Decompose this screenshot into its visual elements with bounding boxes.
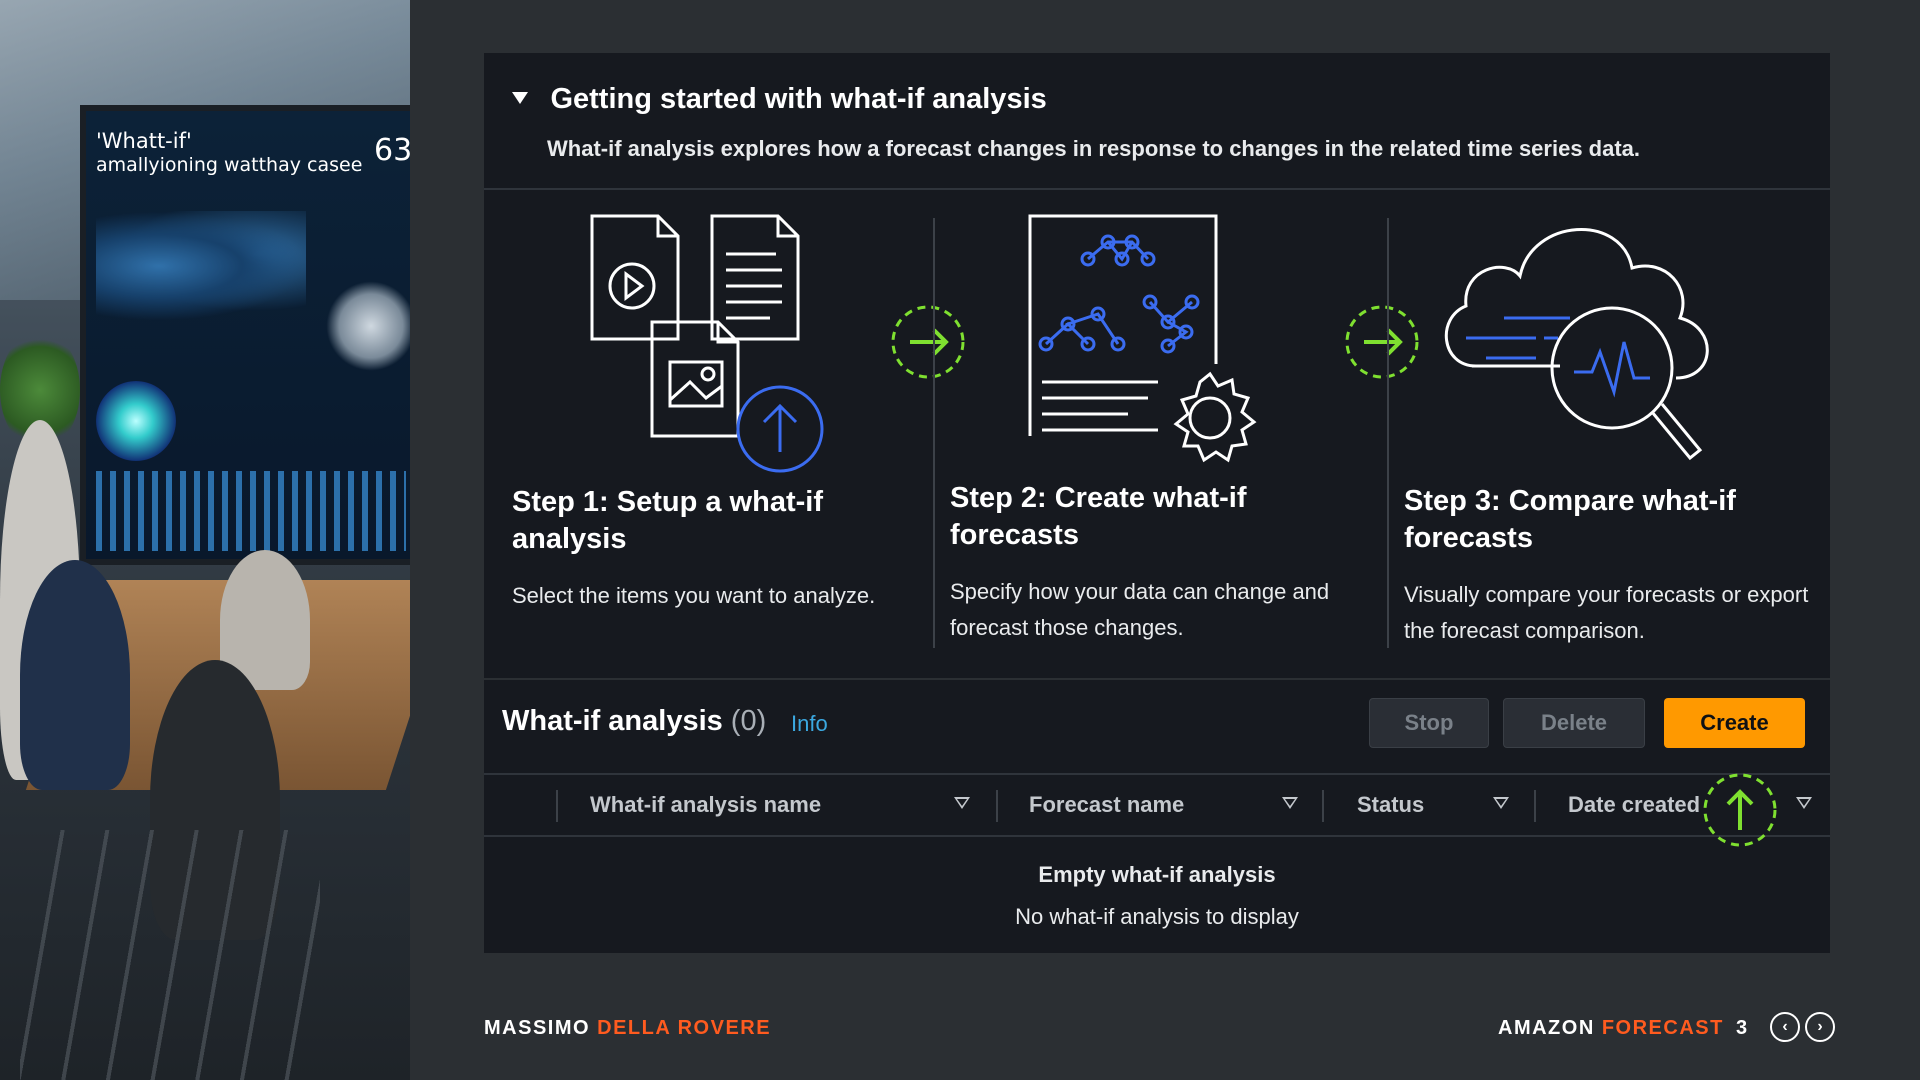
delete-button[interactable]: Delete [1503,698,1645,748]
seated-man [20,560,130,790]
empty-state-title: Empty what-if analysis [1038,862,1276,887]
sort-icon[interactable] [1282,797,1298,809]
office-chairs [20,830,320,1080]
step-2-description: Specify how your data can change and for… [950,579,1330,640]
next-slide-icon[interactable]: › [1805,1012,1835,1042]
table-column-headers: What-if analysis name Forecast name Stat… [484,773,1830,847]
sort-icon[interactable] [1796,797,1812,809]
getting-started-panel: Getting started with what-if analysis Wh… [484,53,1830,678]
step-3-description: Visually compare your forecasts or expor… [1404,582,1809,643]
step-3: Step 3: Compare what-if forecasts Visual… [1388,190,1830,678]
column-forecast-name[interactable]: Forecast name [1029,775,1184,835]
step-1-description: Select the items you want to analyze. [512,583,876,608]
wall-display-title-line2: amallyioning watthay casee [96,154,363,176]
column-separator [1534,790,1536,822]
table-title-text: What-if analysis [502,705,723,737]
create-button[interactable]: Create [1664,698,1805,748]
getting-started-title[interactable]: Getting started with what-if analysis [550,83,1046,116]
wall-display-title: 'Whatt-if' amallyioning watthay casee [96,129,362,177]
data-orb [96,381,176,461]
page-number: 3 [1736,1017,1748,1039]
step-2-title: Step 2: Create what-if forecasts [950,482,1247,551]
footer-brand: AMAZON FORECAST [1498,1017,1724,1040]
sort-ascending-annotation-icon[interactable] [1702,772,1778,848]
wall-display-number: 63 [374,133,410,168]
empty-state-text: No what-if analysis to display [1015,904,1299,929]
footer-author: MASSIMO DELLA ROVERE [484,1017,771,1040]
step-1-title: Step 1: Setup a what-if analysis [512,486,823,555]
column-separator [556,790,558,822]
forecast-graph-gear-icon [1028,214,1268,479]
column-status[interactable]: Status [1357,775,1424,835]
table-count: (0) [730,705,767,737]
step-3-title: Step 3: Compare what-if forecasts [1404,485,1736,554]
author-first-name: MASSIMO [484,1017,591,1039]
cloud-compare-magnifier-icon [1436,218,1736,483]
getting-started-header: Getting started with what-if analysis Wh… [484,53,1830,190]
sort-icon[interactable] [954,797,970,809]
collapse-caret-icon[interactable] [512,91,528,104]
table-title: What-if analysis (0) [502,705,766,738]
column-separator [1322,790,1324,822]
table-header: What-if analysis (0) Info Stop Delete Cre… [484,680,1830,775]
getting-started-description: What-if analysis explores how a forecast… [547,136,1641,161]
office-meeting-image: 'Whatt-if' amallyioning watthay casee 63 [0,0,410,1080]
author-last-name: DELLA ROVERE [597,1017,772,1039]
brand-first: AMAZON [1498,1017,1595,1039]
sort-icon[interactable] [1493,797,1509,809]
previous-slide-icon[interactable]: ‹ [1770,1012,1800,1042]
column-date-created[interactable]: Date created [1568,775,1700,835]
step-2: Step 2: Create what-if forecasts Specify… [934,190,1388,678]
step-1: Step 1: Setup a what-if analysis Select … [484,190,934,678]
wall-display-title-line1: 'Whatt-if' [96,129,192,153]
steps-row: Step 1: Setup a what-if analysis Select … [484,190,1830,678]
cloud-visual [326,281,410,371]
bar-visual [96,471,406,551]
brand-last: FORECAST [1601,1017,1724,1039]
wall-display: 'Whatt-if' amallyioning watthay casee 63 [80,105,410,565]
info-link[interactable]: Info [791,711,828,737]
stop-button[interactable]: Stop [1369,698,1489,748]
what-if-table-panel: What-if analysis (0) Info Stop Delete Cre… [484,680,1830,953]
column-what-if-analysis-name[interactable]: What-if analysis name [590,775,821,835]
documents-upload-icon [590,214,830,479]
world-map [96,211,306,321]
column-separator [996,790,998,822]
